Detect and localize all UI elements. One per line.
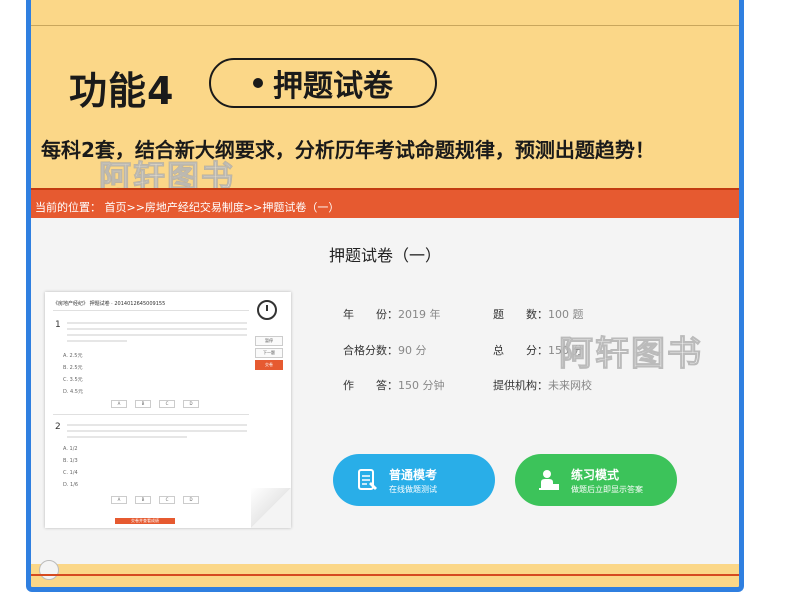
exam-screenshot: 当前的位置： 首页>>房地产经纪交易制度>>押题试卷（一） 押题试卷（一） 《房…	[31, 188, 739, 564]
promo-frame: 功能4 押题试卷 每科2套，结合新大纲要求，分析历年考试命题规律，预测出题趋势！…	[26, 0, 744, 592]
next-question-button[interactable]: 下一题	[255, 348, 283, 358]
clock-icon	[257, 300, 277, 320]
info-time: 作 答：150 分钟	[343, 379, 445, 392]
info-count: 题 数：100 题	[493, 308, 584, 321]
info-pass: 合格分数：90 分	[343, 344, 427, 357]
paper-sidebar: 暂停 下一题 交卷	[253, 300, 285, 500]
option[interactable]: B. 2.5元	[63, 364, 83, 371]
answer-choice[interactable]: A	[111, 496, 127, 504]
feature-name-pill: 押题试卷	[209, 58, 437, 108]
answer-choice[interactable]: B	[135, 400, 151, 408]
pause-button[interactable]: 暂停	[255, 336, 283, 346]
option[interactable]: C. 3.5元	[63, 376, 83, 383]
answer-choice[interactable]: A	[111, 400, 127, 408]
page-title: 押题试卷（一）	[328, 246, 441, 265]
paper-header: 《房地产经纪》 押题试卷 · 2014012645009155	[53, 301, 166, 307]
paper-thumbnail[interactable]: 《房地产经纪》 押题试卷 · 2014012645009155 1 A. 2.5…	[45, 292, 291, 528]
answer-choice[interactable]: D	[183, 496, 199, 504]
option[interactable]: D. 4.5元	[63, 388, 83, 395]
question-number: 1	[55, 320, 61, 330]
submit-button[interactable]: 交卷并查看成绩	[115, 518, 175, 524]
answer-choice[interactable]: B	[135, 496, 151, 504]
answer-row: A B C D	[111, 400, 199, 408]
practice-mode-desc: 做题后立即显示答案	[571, 485, 643, 494]
mock-exam-button[interactable]: 普通模考 在线做题测试	[333, 454, 495, 506]
feature-name: 押题试卷	[273, 69, 393, 104]
mock-exam-label: 普通模考	[389, 468, 438, 482]
submit-side-button[interactable]: 交卷	[255, 360, 283, 370]
mock-exam-desc: 在线做题测试	[389, 485, 437, 494]
breadcrumb[interactable]: 当前的位置： 首页>>房地产经纪交易制度>>押题试卷（一）	[35, 199, 339, 215]
info-year: 年 份：2019 年	[343, 308, 441, 321]
student-desk-icon	[539, 470, 559, 490]
divider	[31, 25, 739, 26]
bullet-dot-icon	[253, 78, 263, 88]
page-curl	[251, 488, 291, 528]
breadcrumb-bar: 当前的位置： 首页>>房地产经纪交易制度>>押题试卷（一）	[31, 188, 739, 218]
circle-icon	[39, 560, 59, 580]
answer-row: A B C D	[111, 496, 199, 504]
option[interactable]: A. 2.5元	[63, 352, 82, 359]
practice-mode-button[interactable]: 练习模式 做题后立即显示答案	[515, 454, 677, 506]
answer-choice[interactable]: D	[183, 400, 199, 408]
option[interactable]: A. 1/2	[63, 446, 78, 452]
watermark: 阿轩图书	[559, 334, 703, 375]
option[interactable]: C. 1/4	[63, 470, 78, 476]
exam-paper-icon	[358, 469, 377, 490]
bottom-divider	[31, 574, 739, 576]
feature-label: 功能4	[69, 69, 175, 113]
answer-choice[interactable]: C	[159, 400, 175, 408]
practice-mode-label: 练习模式	[571, 468, 620, 482]
answer-choice[interactable]: C	[159, 496, 175, 504]
option[interactable]: B. 1/3	[63, 458, 78, 464]
question-number: 2	[55, 422, 61, 432]
info-provider: 提供机构：未来网校	[493, 379, 592, 392]
option[interactable]: D. 1/6	[63, 482, 78, 488]
